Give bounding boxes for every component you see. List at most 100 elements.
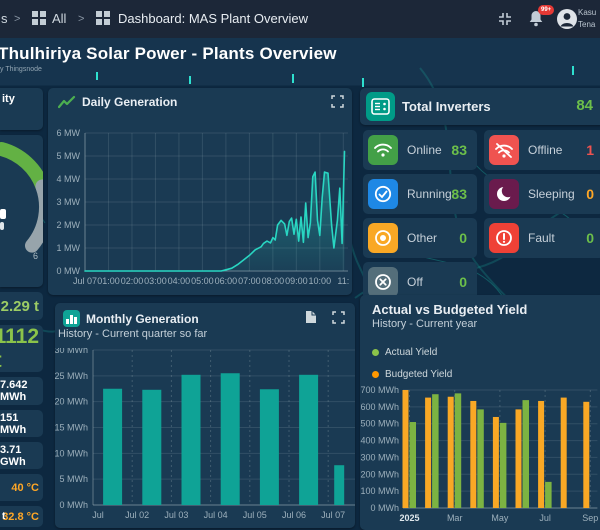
tick-label: Mar bbox=[447, 513, 463, 523]
tick-label: 01:00 bbox=[97, 276, 120, 286]
monthly-generation-subtitle: History - Current quarter so far bbox=[58, 328, 208, 340]
tile-label: Other bbox=[407, 231, 438, 245]
legend-budgeted-yield[interactable]: Budgeted Yield bbox=[372, 369, 452, 380]
fullscreen-toggle-icon[interactable] bbox=[497, 11, 513, 27]
tile-value: 0 bbox=[586, 230, 594, 246]
inverter-tile-offline[interactable]: Offline 1 bbox=[484, 130, 600, 170]
breadcrumb-separator-2: > bbox=[78, 13, 85, 25]
monthly-generation-card: Monthly Generation History - Current qua… bbox=[55, 303, 355, 528]
daily-generation-card: Daily Generation 0 MW 1 MW 2 MW 3 MW 4 MW 5 M… bbox=[48, 88, 352, 295]
tick-label: Jul 04 bbox=[204, 510, 228, 520]
inverter-tile-running[interactable]: Running 83 bbox=[363, 174, 477, 214]
tick-label: 100 MWh bbox=[360, 486, 399, 496]
tick-label: 400 MWh bbox=[360, 436, 399, 446]
bar-chart-icon bbox=[63, 310, 80, 327]
yield-title: Actual vs Budgeted Yield bbox=[372, 302, 528, 317]
legend-dot-orange bbox=[372, 371, 379, 378]
tick-label: 11: bbox=[337, 276, 349, 286]
legend-label: Actual Yield bbox=[385, 347, 438, 358]
tick-label: Jul 06 bbox=[282, 510, 306, 520]
dashboard-screen: s > All > Dashboard: MAS Plant Overview … bbox=[0, 0, 600, 530]
tick-label: 10 MWh bbox=[55, 448, 88, 458]
alert-circle-icon bbox=[489, 223, 519, 253]
monthly-generation-title: Monthly Generation bbox=[86, 312, 199, 326]
capacity-card-label: ity bbox=[2, 93, 15, 105]
tile-label: Running bbox=[407, 187, 452, 201]
tile-value: 83 bbox=[451, 186, 467, 202]
tile-value: 83 bbox=[451, 142, 467, 158]
metric-value: 32.8 °C bbox=[2, 510, 39, 523]
tick-label: 5 MW bbox=[57, 151, 81, 161]
legend-dot-green bbox=[372, 349, 379, 356]
gauge-arc bbox=[0, 142, 43, 253]
tile-label: Fault bbox=[528, 231, 555, 245]
inverter-tile-other[interactable]: Other 0 bbox=[363, 218, 477, 258]
tick-label: 3 MW bbox=[57, 197, 81, 207]
tick-label: 6 MW bbox=[57, 128, 81, 138]
x-circle-icon bbox=[368, 267, 398, 297]
inverter-tile-online[interactable]: Online 83 bbox=[363, 130, 477, 170]
total-inverters-card: Total Inverters 84 bbox=[360, 88, 600, 125]
daily-generation-title: Daily Generation bbox=[82, 95, 178, 109]
tile-label: Off bbox=[407, 275, 423, 289]
inverter-tile-fault[interactable]: Fault 0 bbox=[484, 218, 600, 258]
dashboard-grid-icon bbox=[96, 11, 110, 25]
dashboards-grid-icon bbox=[32, 11, 46, 25]
breadcrumb-fragment[interactable]: s bbox=[1, 0, 8, 38]
line-chart-icon bbox=[58, 95, 76, 109]
metric-prefix-fragment: t bbox=[2, 511, 6, 522]
metric-co2-total: 1112 t bbox=[0, 325, 43, 372]
legend-actual-yield[interactable]: Actual Yield bbox=[372, 347, 437, 358]
user-name: Kasu bbox=[578, 8, 597, 17]
tick-label: Jul bbox=[92, 510, 104, 520]
page-title: Thulhiriya Solar Power - Plants Overview bbox=[0, 44, 337, 63]
tick-label: 2 MW bbox=[57, 220, 81, 230]
tile-label: Sleeping bbox=[528, 187, 575, 201]
tick-label: Jul 07 bbox=[321, 510, 345, 520]
tick-label: 09:00 bbox=[285, 276, 308, 286]
tick-label: 200 MWh bbox=[360, 469, 399, 479]
tick-label: Jul bbox=[539, 513, 551, 523]
tick-label: 02:00 bbox=[121, 276, 144, 286]
user-name-tenant[interactable]: Kasu Tena bbox=[578, 7, 600, 31]
tick-label: 08:00 bbox=[262, 276, 285, 286]
moon-icon bbox=[489, 179, 519, 209]
daily-generation-chart: 0 MW1 MW2 MW3 MW4 MW5 MW6 MWJul 07 01:00 0… bbox=[57, 128, 350, 286]
tick-label: May bbox=[491, 513, 509, 523]
total-inverters-value: 84 bbox=[576, 97, 593, 114]
user-avatar[interactable] bbox=[556, 8, 578, 30]
tick-label: 5 MWh bbox=[59, 474, 88, 484]
tick-label: Jul 03 bbox=[164, 510, 188, 520]
metric-value: 2.29 t bbox=[0, 297, 39, 315]
breadcrumb-separator: > bbox=[14, 13, 21, 25]
capacity-card-clipped: ity bbox=[0, 88, 43, 130]
tick-label: 20 MWh bbox=[55, 397, 88, 407]
export-file-icon[interactable] bbox=[305, 310, 317, 324]
gauge-card-clipped: 6 bbox=[0, 135, 43, 287]
metric-value: 1112 t bbox=[0, 324, 39, 372]
expand-fullscreen-icon[interactable] bbox=[331, 95, 344, 108]
tick-label: 0 MWh bbox=[370, 503, 399, 513]
inverter-tile-sleeping[interactable]: Sleeping 0 bbox=[484, 174, 600, 214]
tick-label: 2025 bbox=[399, 513, 419, 523]
page-subtitle: y Thingsnode bbox=[0, 66, 42, 73]
tick-label: 10:00 bbox=[309, 276, 332, 286]
tick-label: 0 MW bbox=[57, 266, 81, 276]
metric-value: 151 MWh bbox=[0, 411, 27, 436]
metric-value: 3.71 GWh bbox=[0, 443, 26, 468]
metric-yield-month: 151 MWh bbox=[0, 410, 43, 437]
tick-label: 600 MWh bbox=[360, 402, 399, 412]
tile-value: 0 bbox=[459, 274, 467, 290]
expand-fullscreen-icon[interactable] bbox=[332, 311, 345, 324]
tick-label: 30 MWh bbox=[55, 348, 88, 355]
yield-subtitle: History - Current year bbox=[372, 318, 478, 330]
yield-card: Actual vs Budgeted Yield History - Curre… bbox=[360, 295, 600, 530]
breadcrumb-all[interactable]: All bbox=[52, 0, 66, 38]
metric-value: 7.642 MWh bbox=[0, 379, 28, 403]
tile-value: 0 bbox=[586, 186, 594, 202]
tile-label: Online bbox=[407, 143, 442, 157]
breadcrumb-current-dashboard[interactable]: Dashboard: MAS Plant Overview bbox=[118, 0, 308, 38]
tick-label: 1 MW bbox=[57, 243, 81, 253]
inverter-icon bbox=[366, 92, 395, 121]
user-tenant: Tena bbox=[578, 20, 596, 29]
